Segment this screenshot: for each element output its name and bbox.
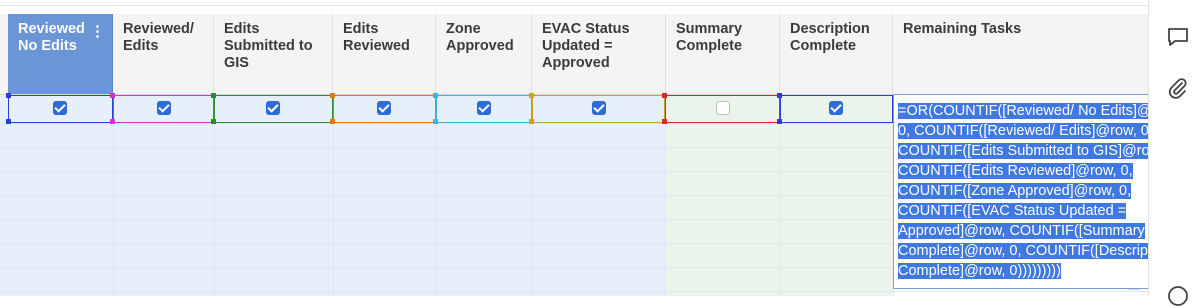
- reference-handle[interactable]: [330, 93, 335, 98]
- column-header-label: Edits Submitted to GIS: [224, 21, 313, 71]
- reference-handle[interactable]: [330, 119, 335, 124]
- column-header-remaining-tasks[interactable]: Remaining Tasks: [893, 14, 1148, 94]
- column-header-description-complete[interactable]: Description Complete: [780, 14, 893, 94]
- column-header-edits-submitted-to-gis[interactable]: Edits Submitted to GIS: [214, 14, 333, 94]
- column-header-zone-approved[interactable]: Zone Approved: [436, 14, 532, 94]
- checkbox-summary-complete[interactable]: [716, 101, 730, 115]
- checkbox-edits-reviewed[interactable]: [377, 101, 391, 115]
- column-header-reviewed-edits[interactable]: Reviewed/ Edits: [113, 14, 214, 94]
- column-header-label: Remaining Tasks: [903, 21, 1022, 37]
- reference-handle[interactable]: [529, 119, 534, 124]
- reference-handle[interactable]: [662, 93, 667, 98]
- column-header-summary-complete[interactable]: Summary Complete: [666, 14, 780, 94]
- reference-handle[interactable]: [110, 119, 115, 124]
- reference-handle[interactable]: [110, 93, 115, 98]
- reference-handle[interactable]: [211, 119, 216, 124]
- grid-top-edge: [0, 0, 1148, 6]
- row-divider: [0, 291, 1148, 292]
- more-icon[interactable]: [1166, 284, 1190, 308]
- reference-handle[interactable]: [777, 119, 782, 124]
- reference-handle[interactable]: [211, 93, 216, 98]
- checkbox-reviewed-edits[interactable]: [157, 101, 171, 115]
- reference-handle[interactable]: [433, 119, 438, 124]
- checkbox-reviewed-no-edits[interactable]: [53, 101, 67, 115]
- column-header-label: Reviewed/ Edits: [123, 21, 194, 54]
- column-header-label: EVAC Status Updated = Approved: [542, 21, 630, 71]
- vertical-ellipsis-icon[interactable]: ⋮: [90, 23, 105, 40]
- checkbox-evac-status-updated[interactable]: [592, 101, 606, 115]
- column-header-label: Reviewed No Edits: [18, 21, 85, 54]
- column-header-reviewed-no-edits[interactable]: Reviewed No Edits ⋮: [8, 14, 113, 94]
- column-header-label: Description Complete: [790, 21, 870, 54]
- column-header-edits-reviewed[interactable]: Edits Reviewed: [333, 14, 436, 94]
- checkbox-zone-approved[interactable]: [477, 101, 491, 115]
- comment-icon[interactable]: [1166, 25, 1190, 49]
- reference-handle[interactable]: [777, 93, 782, 98]
- reference-handle[interactable]: [529, 93, 534, 98]
- checkbox-edits-submitted-to-gis[interactable]: [266, 101, 280, 115]
- column-header-row: Reviewed No Edits ⋮ Reviewed/ Edits Edit…: [0, 14, 1148, 95]
- column-header-label: Summary Complete: [676, 21, 743, 54]
- column-header-label: Zone Approved: [446, 21, 514, 54]
- reference-handle[interactable]: [662, 119, 667, 124]
- reference-handle[interactable]: [433, 93, 438, 98]
- checkbox-description-complete[interactable]: [829, 101, 843, 115]
- column-header-label: Edits Reviewed: [343, 21, 410, 54]
- column-header-evac-status[interactable]: EVAC Status Updated = Approved: [532, 14, 666, 94]
- reference-handle[interactable]: [6, 93, 11, 98]
- reference-handle[interactable]: [6, 119, 11, 124]
- attachment-icon[interactable]: [1166, 76, 1190, 100]
